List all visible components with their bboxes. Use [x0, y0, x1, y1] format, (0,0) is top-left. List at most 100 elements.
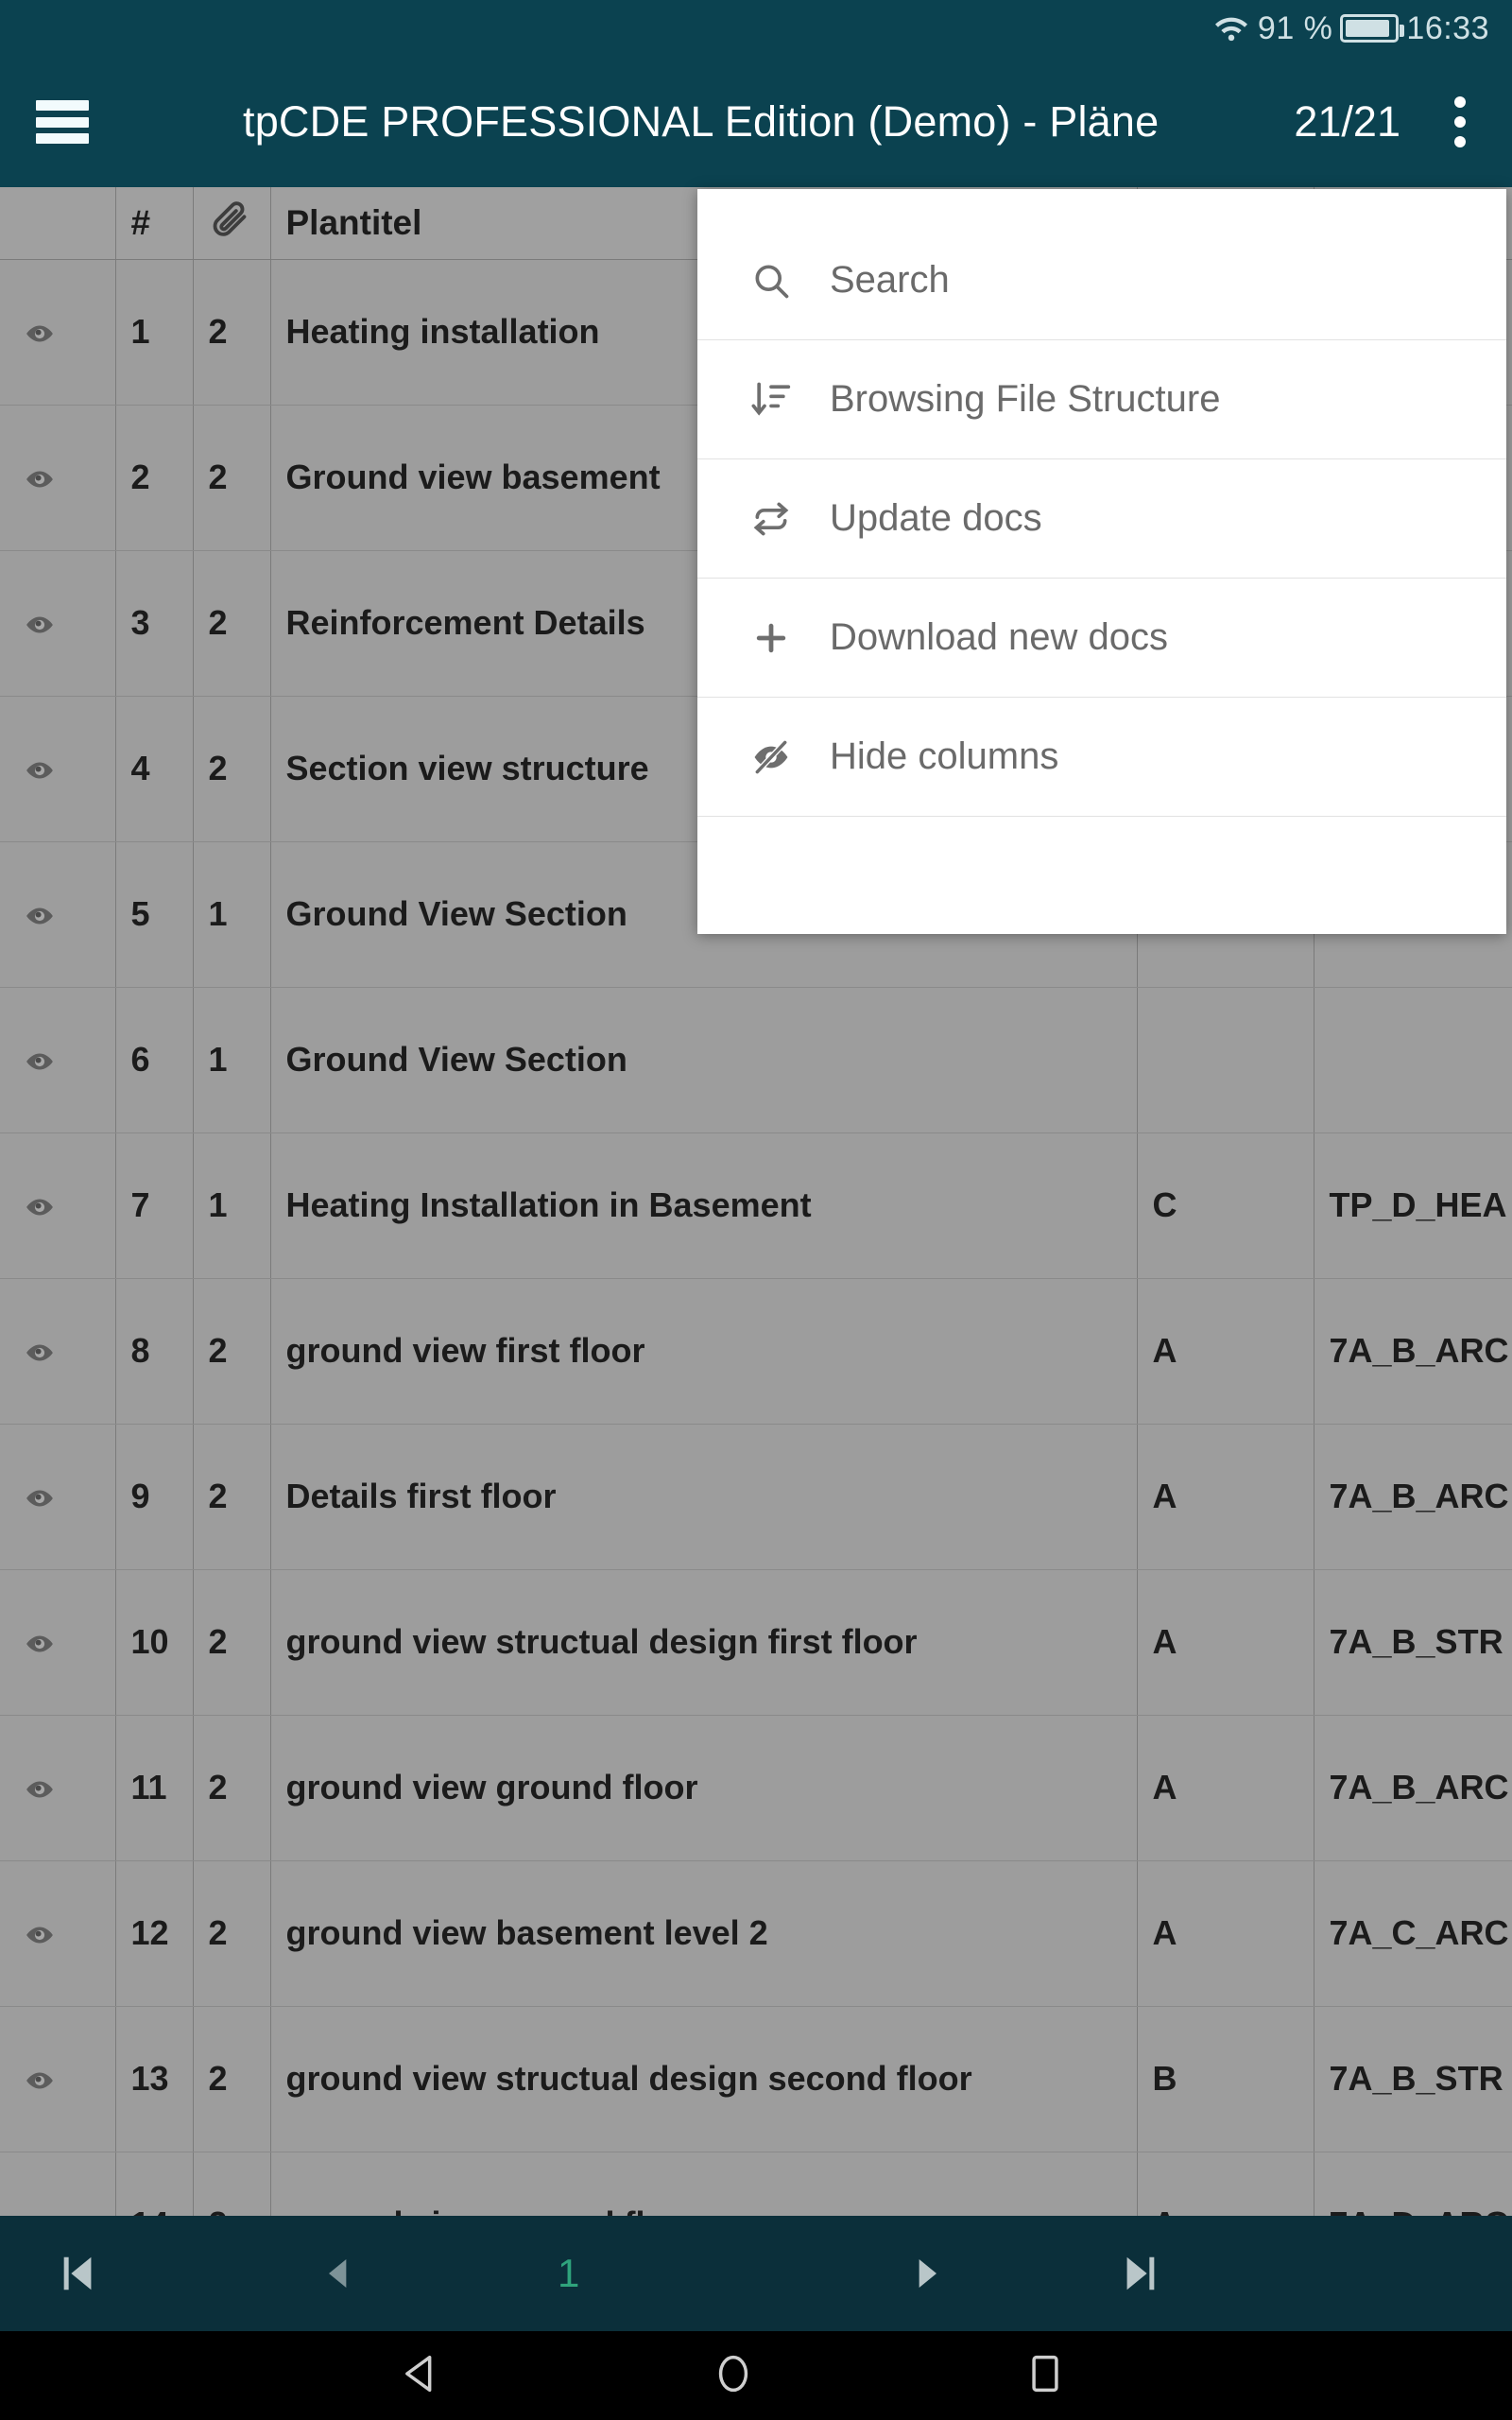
row-attachment-count: 1	[193, 841, 271, 988]
row-number: 7	[115, 1132, 194, 1279]
eye-off-icon	[750, 736, 813, 778]
status-bar: 91 % 16:33	[0, 0, 1512, 57]
kebab-menu-icon[interactable]	[1433, 96, 1487, 147]
search-icon	[750, 260, 813, 302]
row-revision: A	[1137, 2152, 1314, 2216]
row-attachment-count: 2	[193, 550, 271, 697]
table-row[interactable]: 12 2 ground view basement level 2 A 7A_C_ARC	[0, 1860, 1512, 2007]
row-attachment-count: 2	[193, 1569, 271, 1716]
previous-page-icon[interactable]	[319, 2249, 357, 2298]
row-title[interactable]: ground view first floor	[270, 1278, 1138, 1425]
menu-item-label: Update docs	[830, 497, 1042, 539]
row-attachment-count: 1	[193, 987, 271, 1133]
row-visibility-toggle[interactable]	[0, 1569, 116, 1716]
app-bar: tpCDE PROFESSIONAL Edition (Demo) - Plän…	[0, 57, 1512, 187]
row-number: 11	[115, 1715, 194, 1861]
row-revision: C	[1137, 1132, 1314, 1279]
menu-item-browsing-file-structure[interactable]: Browsing File Structure	[697, 340, 1506, 459]
wifi-icon	[1212, 12, 1250, 44]
row-revision: B	[1137, 2006, 1314, 2152]
skip-to-first-icon[interactable]	[57, 2249, 100, 2298]
menu-item-update-docs[interactable]: Update docs	[697, 459, 1506, 579]
row-visibility-toggle[interactable]	[0, 1132, 116, 1279]
row-visibility-toggle[interactable]	[0, 1278, 116, 1425]
menu-item-download-new-docs[interactable]: Download new docs	[697, 579, 1506, 698]
row-title[interactable]: Details first floor	[270, 1424, 1138, 1570]
table-row[interactable]: 142ground view second floorA7A_D_ARC	[0, 2152, 1512, 2216]
row-code: 7A_B_ARC	[1314, 1278, 1512, 1425]
row-code: 7A_B_STR	[1314, 2006, 1512, 2152]
table-row[interactable]: 8 2 ground view first floor A 7A_B_ARC	[0, 1278, 1512, 1425]
row-code: 7A_B_ARC	[1314, 1424, 1512, 1570]
column-header-number[interactable]: #	[115, 187, 194, 260]
row-title[interactable]: ground view second floor	[270, 2152, 1138, 2216]
back-triangle-icon[interactable]	[397, 2349, 446, 2403]
row-visibility-toggle[interactable]	[0, 550, 116, 697]
row-number: 2	[115, 405, 194, 551]
row-visibility-toggle[interactable]	[0, 1860, 116, 2007]
current-page-label[interactable]: 1	[558, 2251, 579, 2296]
row-visibility-toggle[interactable]	[0, 2006, 116, 2152]
row-number: 3	[115, 550, 194, 697]
next-page-icon[interactable]	[908, 2249, 946, 2298]
row-visibility-toggle[interactable]	[0, 841, 116, 988]
table-row[interactable]: 9 2 Details first floor A 7A_B_ARC	[0, 1424, 1512, 1570]
table-row[interactable]: 7 1 Heating Installation in Basement C TP_D_…	[0, 1132, 1512, 1279]
table-row[interactable]: 13 2 ground view structual design second f…	[0, 2006, 1512, 2152]
row-title[interactable]: ground view basement level 2	[270, 1860, 1138, 2007]
row-number: 10	[115, 1569, 194, 1716]
row-code: 7A_D_ARC	[1314, 2152, 1512, 2216]
row-title[interactable]: Heating Installation in Basement	[270, 1132, 1138, 1279]
page-title: tpCDE PROFESSIONAL Edition (Demo) - Plän…	[243, 97, 1160, 146]
row-number: 13	[115, 2006, 194, 2152]
recents-square-icon[interactable]	[1021, 2349, 1070, 2403]
row-visibility-toggle[interactable]	[0, 2152, 116, 2216]
row-number: 1	[115, 259, 194, 406]
row-code	[1314, 987, 1512, 1133]
sort-descending-icon	[750, 379, 813, 421]
table-row[interactable]: 11 2 ground view ground floor A 7A_B_ARC	[0, 1715, 1512, 1861]
table-row[interactable]: 10 2 ground view structual design first fl…	[0, 1569, 1512, 1716]
battery-percent-label: 91 %	[1257, 9, 1333, 46]
attachment-icon[interactable]	[193, 187, 271, 260]
row-visibility-toggle[interactable]	[0, 696, 116, 842]
refresh-icon	[750, 498, 813, 540]
row-title[interactable]: ground view structual design first floor	[270, 1569, 1138, 1716]
pagination-bar: 1	[0, 2216, 1512, 2331]
menu-item-label: Browsing File Structure	[830, 378, 1221, 420]
hamburger-icon[interactable]	[36, 100, 89, 144]
row-attachment-count: 2	[193, 2152, 271, 2216]
row-title[interactable]: Ground View Section	[270, 987, 1138, 1133]
row-attachment-count: 2	[193, 1278, 271, 1425]
row-attachment-count: 2	[193, 259, 271, 406]
menu-item-label: Search	[830, 259, 950, 301]
overflow-menu[interactable]: Search Browsing File Structure Update do…	[697, 189, 1506, 934]
android-navigation-bar	[0, 2331, 1512, 2420]
menu-item-search[interactable]: Search	[697, 221, 1506, 340]
home-circle-icon[interactable]	[709, 2349, 758, 2403]
table-row[interactable]: 6 1 Ground View Section	[0, 987, 1512, 1133]
menu-item-label: Download new docs	[830, 616, 1168, 658]
row-number: 4	[115, 696, 194, 842]
row-number: 8	[115, 1278, 194, 1425]
row-attachment-count: 2	[193, 1715, 271, 1861]
row-number: 12	[115, 1860, 194, 2007]
row-visibility-toggle[interactable]	[0, 259, 116, 406]
row-attachment-count: 2	[193, 696, 271, 842]
row-visibility-toggle[interactable]	[0, 987, 116, 1133]
row-number: 5	[115, 841, 194, 988]
skip-to-last-icon[interactable]	[1118, 2249, 1161, 2298]
row-visibility-toggle[interactable]	[0, 405, 116, 551]
row-visibility-toggle[interactable]	[0, 1715, 116, 1861]
row-title[interactable]: ground view structual design second floo…	[270, 2006, 1138, 2152]
row-visibility-toggle[interactable]	[0, 1424, 116, 1570]
menu-item-label: Hide columns	[830, 735, 1059, 777]
menu-item-hide-columns[interactable]: Hide columns	[697, 698, 1506, 817]
row-attachment-count: 2	[193, 1424, 271, 1570]
plus-icon	[750, 617, 813, 659]
row-title[interactable]: ground view ground floor	[270, 1715, 1138, 1861]
row-code: 7A_B_ARC	[1314, 1715, 1512, 1861]
row-number: 6	[115, 987, 194, 1133]
row-revision: A	[1137, 1860, 1314, 2007]
column-header-visibility[interactable]	[0, 187, 116, 260]
